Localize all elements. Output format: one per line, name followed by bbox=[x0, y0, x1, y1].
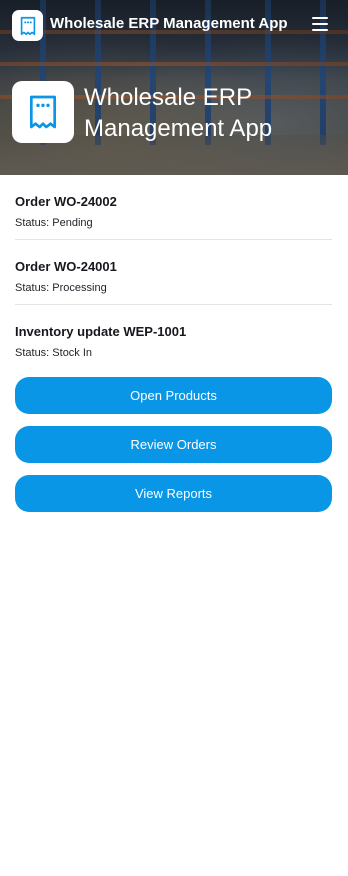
review-orders-button[interactable]: Review Orders bbox=[15, 426, 332, 463]
app-logo-small[interactable] bbox=[12, 10, 43, 41]
item-status: Status: Pending bbox=[15, 217, 93, 229]
hamburger-menu-icon[interactable] bbox=[312, 17, 328, 31]
receipt-icon bbox=[20, 16, 35, 35]
list-item[interactable]: Inventory update WEP-1001 Status: Stock … bbox=[15, 305, 332, 370]
list-item[interactable]: Order WO-24001 Status: Processing bbox=[15, 240, 332, 305]
hero-title: Wholesale ERP Management App bbox=[84, 84, 273, 142]
view-reports-button[interactable]: View Reports bbox=[15, 475, 332, 512]
hero-banner: Wholesale ERP Management App Wholesale E… bbox=[0, 0, 348, 175]
item-status: Status: Stock In bbox=[15, 347, 93, 359]
item-title: Order WO-24002 bbox=[15, 194, 117, 209]
menu-line bbox=[312, 29, 328, 31]
activity-list: Order WO-24002 Status: Pending Order WO-… bbox=[15, 175, 332, 370]
item-status: Status: Processing bbox=[15, 282, 107, 294]
list-item[interactable]: Order WO-24002 Status: Pending bbox=[15, 175, 332, 240]
menu-line bbox=[312, 17, 328, 19]
menu-line bbox=[312, 23, 328, 25]
app-title: Wholesale ERP Management App bbox=[50, 15, 288, 32]
app-logo-large bbox=[12, 81, 74, 143]
item-title: Inventory update WEP-1001 bbox=[15, 324, 187, 339]
item-title: Order WO-24001 bbox=[15, 259, 117, 274]
top-bar: Wholesale ERP Management App bbox=[0, 0, 348, 52]
receipt-icon bbox=[30, 95, 57, 129]
open-products-button[interactable]: Open Products bbox=[15, 377, 332, 414]
